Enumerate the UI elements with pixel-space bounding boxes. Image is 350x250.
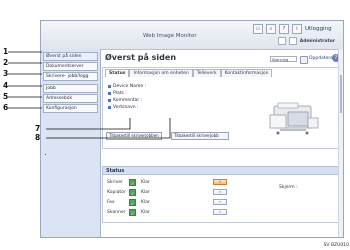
sidebar: Øverst på siden Dokumentserver Skrivere-… [41,49,101,237]
top-toolbar: ▭ ⌕ ? i Utlogging [253,24,332,34]
sidebar-item-printer-jobs[interactable]: Skrivere- jobb/logg [43,72,98,81]
tab-contact[interactable]: Kontaktinformasjon [220,69,273,77]
status-row-copier: Kopiator ✓ Klar » [107,188,257,198]
search-icon[interactable]: ⌕ [266,24,276,34]
status-row-scanner: Skanner ✓ Klar » [107,208,257,218]
callout-5: 5 [3,92,9,101]
copier-arrow-icon[interactable]: » [213,189,227,195]
status-row-fax: Fax ✓ Klar » [107,198,257,208]
main-content: Øverst på siden Skanning Oppdatere ? Sta… [100,49,343,237]
status-section-title: Status [106,168,125,174]
reset-printer-job-button[interactable]: Tilbakestill skriverjobben [106,132,162,140]
field-label: Plats : [113,91,127,96]
user-name: Administrator [299,38,335,44]
help-icon[interactable]: ? [279,24,289,34]
callout-2: 2 [3,58,9,67]
flag-icon [288,37,297,45]
user-icon [277,37,286,45]
status-label: Skriver [107,180,123,185]
field-device-name: Device Name : [108,83,178,90]
field-comment: Kommentar : [108,97,178,104]
status-value: Klar [141,180,150,185]
app-title: Web Image Monitor [143,33,197,39]
callout-3: 3 [3,69,9,78]
field-location: Plats : [108,90,178,97]
scanner-status-icon: ✓ [129,209,136,216]
callout-4: 4 [3,81,9,90]
field-label: Vertsnavn : [113,105,139,110]
bullet-icon [108,85,111,88]
fax-arrow-icon[interactable]: » [213,199,227,205]
scrollbar-thumb[interactable] [340,75,342,113]
sidebar-item-home[interactable]: Øverst på siden [43,52,98,61]
bullet-icon [108,106,111,109]
sidebar-item-document-server[interactable]: Dokumentserver [43,62,98,71]
sidebar-marker [45,154,46,155]
bullet-icon [108,92,111,95]
printer-arrow-icon[interactable]: » [213,179,227,185]
callout-7: 7 [35,124,41,133]
user-bar: Administrator [277,37,335,45]
status-value: Klar [141,190,150,195]
refresh-link[interactable]: Oppdatere [309,56,333,61]
scanner-arrow-icon[interactable]: » [213,209,227,215]
callout-6: 6 [3,103,9,112]
tabs: Status Informasjon om enheten Telleverk … [105,69,273,77]
web-image-monitor-window: Web Image Monitor ▭ ⌕ ? i Utlogging Admi… [40,20,344,238]
screen-label: Skjerm : [279,185,298,190]
callout-1: 1 [3,47,9,56]
status-section-header [102,166,341,175]
monitor-icon[interactable]: ▭ [253,24,263,34]
status-label: Kopiator [107,190,126,195]
copier-status-icon: ✓ [129,189,136,196]
fax-status-icon: ✓ [129,199,136,206]
device-fields: Device Name : Plats : Kommentar : Vertsn… [108,83,178,111]
sidebar-item-address-book[interactable]: Adressebok [43,94,98,103]
refresh-mode-select[interactable]: Skanning [270,56,297,62]
reset-device-job-button[interactable]: Tilbakestill skriverjobb [171,132,229,140]
vertical-scrollbar[interactable] [338,49,343,237]
info-icon[interactable]: i [292,24,302,34]
callout-8: 8 [35,133,41,142]
sidebar-item-jobs[interactable]: Jobb [43,84,98,93]
status-panel: Skjerm : Skriver ✓ Klar » Kopiator ✓ Kla… [102,175,341,223]
printer-status-icon: ✓ [129,179,136,186]
bullet-icon [108,99,111,102]
status-row-printer: Skriver ✓ Klar » [107,178,257,188]
refresh-icon[interactable] [300,56,308,64]
tab-status[interactable]: Status [105,69,130,77]
status-value: Klar [141,210,150,215]
page-title: Øverst på siden [105,53,177,62]
status-label: Skanner [107,210,126,215]
printer-image [269,102,319,135]
logout-link[interactable]: Utlogging [305,26,332,32]
status-value: Klar [141,200,150,205]
sidebar-item-configuration[interactable]: Konfigurasjon [43,104,98,113]
tab-device-info[interactable]: Informasjon om enheten [129,69,193,77]
tab-counter[interactable]: Telleverk [192,69,221,77]
field-host-name: Vertsnavn : [108,104,178,111]
field-label: Kommentar : [113,98,143,103]
field-label: Device Name : [113,84,147,89]
status-label: Fax [107,200,115,205]
top-bar: Web Image Monitor ▭ ⌕ ? i Utlogging Admi… [41,21,343,50]
figure-code: SV BZU010 [323,243,349,248]
